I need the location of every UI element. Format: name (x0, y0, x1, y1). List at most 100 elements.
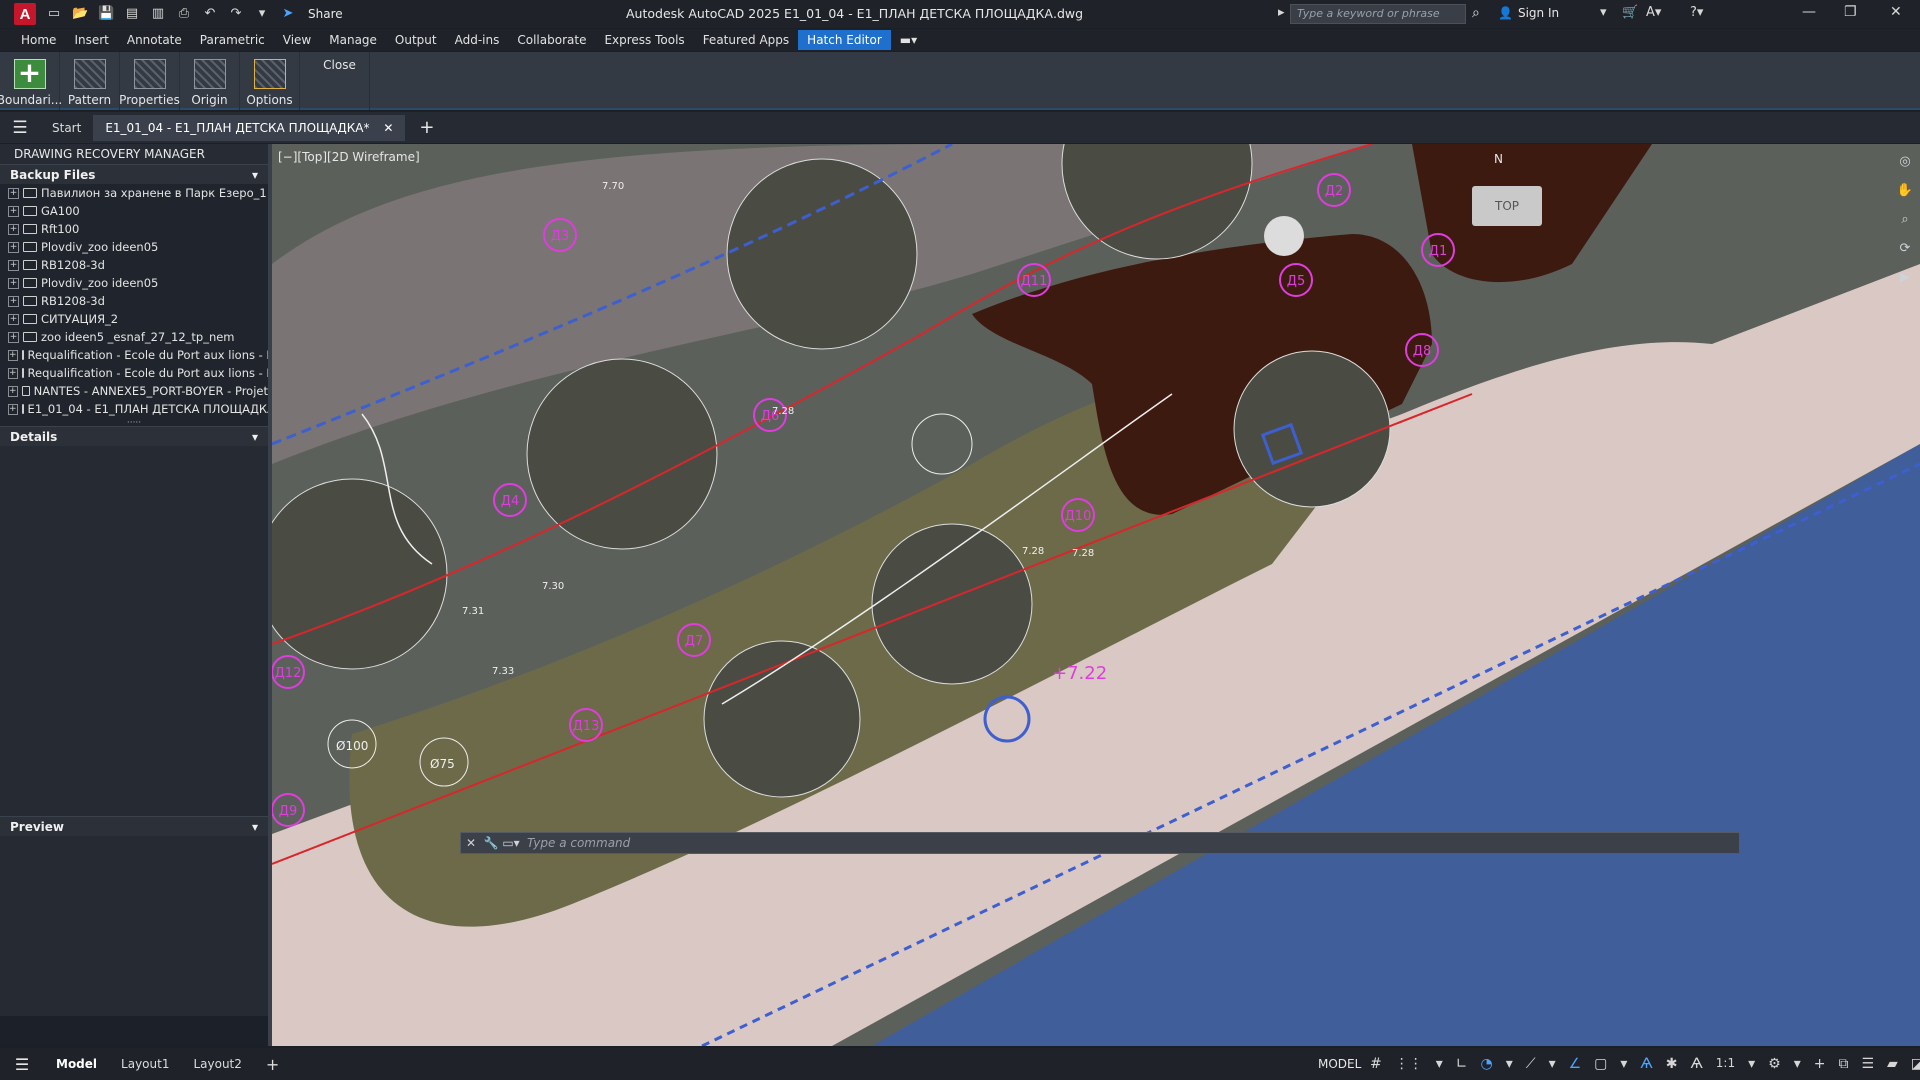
layout-menu-icon[interactable]: ☰ (0, 1055, 44, 1074)
splitter-handle[interactable]: ····· (0, 418, 268, 428)
app-logo[interactable]: A (14, 3, 36, 25)
customize-command-icon[interactable]: 🔧 (481, 836, 501, 850)
undo-icon[interactable]: ↶ (202, 6, 218, 22)
drawing-tab[interactable]: E1_01_04 - E1_ПЛАН ДЕТСКА ПЛОЩАДКА* ✕ (93, 114, 406, 141)
search-icon[interactable]: ⌕ (1472, 5, 1488, 21)
recent-commands-icon[interactable]: ▭▾ (501, 836, 521, 850)
minimize-icon[interactable]: — (1802, 4, 1816, 20)
snap-dropdown-icon[interactable]: ▾ (1436, 1056, 1443, 1072)
units-icon[interactable]: ⧉ (1838, 1056, 1848, 1072)
scale-dropdown-icon[interactable]: ▾ (1748, 1056, 1755, 1072)
ortho-icon[interactable]: ∟ (1456, 1056, 1468, 1072)
backup-file-item[interactable]: + NANTES - ANNEXE5_PORT-BOYER - Projet (0, 382, 268, 400)
tab-collaborate[interactable]: Collaborate (508, 30, 595, 50)
details-header[interactable]: Details ▾ (0, 426, 268, 446)
pan-icon[interactable]: ✋ (1897, 183, 1913, 198)
new-tab-plus-icon[interactable]: + (419, 117, 434, 138)
backup-file-item[interactable]: + Requalification - Ecole du Port aux lio… (0, 364, 268, 382)
expand-icon[interactable]: + (8, 277, 19, 289)
share-icon[interactable]: ➤ (280, 6, 296, 22)
autodesk-a360-icon[interactable]: A▾ (1646, 5, 1661, 20)
snap-icon[interactable]: ⋮⋮ (1395, 1056, 1423, 1072)
collapse-icon[interactable]: ▾ (252, 168, 258, 182)
model-tab[interactable]: Model (44, 1051, 109, 1077)
close-window-icon[interactable]: ✕ (1890, 4, 1902, 20)
viewcube[interactable]: TOP (1472, 186, 1542, 226)
model-space-button[interactable]: MODEL (1318, 1057, 1361, 1071)
backup-files-header[interactable]: Backup Files ▾ (0, 164, 268, 184)
restore-icon[interactable]: ❐ (1844, 4, 1857, 20)
share-button[interactable]: Share (308, 6, 343, 22)
tab-home[interactable]: Home (12, 30, 65, 50)
add-layout-icon[interactable]: + (254, 1049, 291, 1080)
polar-icon[interactable]: ◔ (1481, 1056, 1493, 1072)
backup-file-item[interactable]: + RB1208-3d (0, 292, 268, 310)
backup-file-item[interactable]: + Requalification - Ecole du Port aux lio… (0, 346, 268, 364)
pattern-button[interactable]: Pattern (60, 52, 120, 110)
boundaries-button[interactable]: Boundari... (0, 52, 62, 110)
save-icon[interactable]: 💾 (98, 6, 114, 22)
workspace-dropdown-icon[interactable]: ▾ (1794, 1056, 1801, 1072)
expand-icon[interactable]: + (8, 241, 19, 253)
workspace-gear-icon[interactable]: ⚙ (1768, 1056, 1781, 1072)
tab-parametric[interactable]: Parametric (191, 30, 274, 50)
backup-file-item[interactable]: + СИТУАЦИЯ_2 (0, 310, 268, 328)
zoom-icon[interactable]: ⌕ (1901, 212, 1908, 227)
ribbon-display-toggle-icon[interactable]: ▬▾ (891, 30, 926, 50)
isodraft-icon[interactable]: ⟋ (1526, 1056, 1536, 1072)
new-file-icon[interactable]: ▭ (46, 6, 62, 22)
plot-icon[interactable]: ⎙ (176, 6, 192, 22)
preview-header[interactable]: Preview ▾ (0, 816, 268, 836)
close-command-icon[interactable]: ✕ (461, 836, 481, 850)
customize-dropdown-icon[interactable]: ▾ (254, 6, 270, 22)
expand-icon[interactable]: + (8, 367, 18, 379)
backup-file-item[interactable]: + Plovdiv_zoo ideen05 (0, 274, 268, 292)
layout2-tab[interactable]: Layout2 (181, 1051, 253, 1077)
start-tab[interactable]: Start (40, 115, 93, 141)
tab-express-tools[interactable]: Express Tools (595, 30, 693, 50)
hamburger-menu-icon[interactable]: ☰ (0, 118, 40, 138)
drawing-canvas[interactable]: Д2 Д1 Д3 Д5 Д4 Д6 Д7 Д8 Д9 Д10 Д11 Д12 Д13 +7.22 7.28 7… (272, 144, 1920, 1046)
signin-dropdown-icon[interactable]: ▾ (1600, 5, 1607, 20)
grid-icon[interactable]: # (1370, 1056, 1382, 1072)
close-tab-icon[interactable]: ✕ (383, 121, 393, 135)
annotation-monitor-icon[interactable]: + (1814, 1056, 1826, 1072)
expand-icon[interactable]: + (8, 223, 19, 235)
tab-add-ins[interactable]: Add-ins (446, 30, 509, 50)
object-snap-tracking-icon[interactable]: ∠ (1569, 1056, 1582, 1072)
collapse-icon[interactable]: ▾ (252, 820, 258, 834)
help-icon[interactable]: ?▾ (1690, 5, 1703, 20)
hardware-acceleration-icon[interactable]: ▰ (1887, 1056, 1898, 1072)
tab-manage[interactable]: Manage (320, 30, 386, 50)
steering-wheel-icon[interactable]: ◎ (1899, 154, 1910, 169)
expand-icon[interactable]: + (8, 313, 19, 325)
options-button[interactable]: Options (240, 52, 300, 110)
expand-icon[interactable]: + (8, 349, 18, 361)
annotation-visibility-icon[interactable]: Ѧ (1640, 1056, 1652, 1072)
expand-icon[interactable]: + (8, 385, 18, 397)
collapse-icon[interactable]: ▾ (252, 430, 258, 444)
quick-properties-icon[interactable]: ☰ (1861, 1056, 1874, 1072)
viewport-controls-label[interactable]: [−][Top][2D Wireframe] (278, 150, 420, 164)
save-as-icon[interactable]: ▤ (124, 6, 140, 22)
layout1-tab[interactable]: Layout1 (109, 1051, 181, 1077)
auto-scale-icon[interactable]: ✱ (1666, 1056, 1678, 1072)
polar-dropdown-icon[interactable]: ▾ (1506, 1056, 1513, 1072)
tab-hatch-editor[interactable]: Hatch Editor (798, 30, 891, 50)
command-line[interactable]: ✕ 🔧 ▭▾ Type a command (460, 832, 1740, 854)
orbit-icon[interactable]: ⟳ (1900, 241, 1911, 256)
backup-file-item[interactable]: + E1_01_04 - E1_ПЛАН ДЕТСКА ПЛОЩАДКА (0, 400, 268, 418)
backup-file-item[interactable]: + GA100 (0, 202, 268, 220)
help-search-input[interactable]: Type a keyword or phrase (1290, 4, 1466, 24)
backup-file-item[interactable]: + Rft100 (0, 220, 268, 238)
expand-icon[interactable]: + (8, 259, 19, 271)
tab-output[interactable]: Output (386, 30, 446, 50)
search-expand-icon[interactable]: ▸ (1278, 5, 1285, 20)
save-to-web-icon[interactable]: ▥ (150, 6, 166, 22)
cart-icon[interactable]: 🛒 (1622, 5, 1638, 20)
tab-annotate[interactable]: Annotate (118, 30, 191, 50)
backup-file-item[interactable]: + zoo ideen5 _esnaf_27_12_tp_nem (0, 328, 268, 346)
properties-button[interactable]: Properties (119, 52, 180, 110)
isolate-objects-icon[interactable]: ◪ (1911, 1056, 1920, 1072)
open-file-icon[interactable]: 📂 (72, 6, 88, 22)
